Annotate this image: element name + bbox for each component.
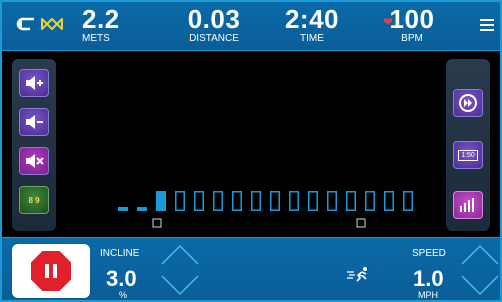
speed-label: SPEED	[412, 248, 446, 259]
bar-graph-icon	[460, 198, 474, 212]
speed-value: 1.0	[413, 266, 444, 291]
speed-unit: MPH	[418, 290, 438, 300]
time-label: TIME	[300, 33, 324, 44]
incline-label: INCLINE	[100, 248, 140, 259]
volume-down-button[interactable]	[19, 108, 49, 136]
segment-bar	[346, 191, 356, 211]
workout-profile-chart	[118, 191, 413, 228]
segment-bar	[156, 191, 166, 211]
workout-display: 8 9 1:50	[2, 51, 500, 237]
distance-value: 0.03	[187, 4, 241, 34]
menu-icon[interactable]	[480, 19, 494, 34]
stats-bar: 2.2 METS 0.03 DISTANCE 2:40 TIME ❤ 100 B…	[2, 2, 500, 50]
fast-forward-button[interactable]	[453, 89, 483, 117]
equalizer-icon: 8 9	[28, 195, 40, 205]
mets-label: METS	[82, 33, 110, 44]
incline-up-icon[interactable]	[161, 244, 199, 265]
speed-stepper	[461, 244, 499, 296]
volume-down-icon	[26, 115, 43, 129]
distance-label: DISTANCE	[189, 33, 239, 44]
equalizer-button[interactable]: 8 9	[19, 186, 49, 214]
segment-bar	[194, 191, 204, 211]
incline-down-icon[interactable]	[161, 275, 199, 296]
time-stat: 2:40 TIME	[280, 6, 344, 44]
pause-button[interactable]	[12, 244, 90, 298]
incline-unit: %	[119, 290, 128, 300]
runner-icon	[347, 267, 367, 282]
back-icon[interactable]	[16, 16, 38, 37]
segment-bar	[232, 191, 242, 211]
segment-bar	[384, 191, 394, 211]
mute-icon	[26, 154, 44, 168]
fast-forward-icon	[459, 94, 477, 112]
segment-bar	[118, 207, 128, 211]
mets-stat: 2.2 METS	[82, 6, 120, 44]
segment-bar	[175, 191, 185, 211]
position-marker	[356, 218, 366, 228]
segment-bar	[308, 191, 318, 211]
segment-bar	[251, 191, 261, 211]
workout-panel: 1:50	[446, 59, 490, 231]
time-value: 2:40	[284, 4, 340, 34]
position-marker	[152, 218, 162, 228]
audio-panel: 8 9	[12, 59, 56, 231]
segment-bar	[213, 191, 223, 211]
pause-icon	[29, 249, 73, 293]
speed-down-icon[interactable]	[461, 275, 499, 296]
segment-bar	[327, 191, 337, 211]
control-bar: INCLINE 3.0 % SPEED 1.0 MPH	[2, 238, 500, 300]
timer-icon: 1:50	[458, 149, 478, 161]
incline-value: 3.0	[106, 266, 137, 291]
speed-up-icon[interactable]	[461, 244, 499, 265]
mute-button[interactable]	[19, 147, 49, 175]
segment-bar	[403, 191, 413, 211]
bpm-value: 100	[389, 4, 435, 34]
segment-bar	[137, 207, 147, 211]
bpm-stat: 100 BPM	[372, 6, 452, 44]
bpm-label: BPM	[401, 33, 423, 44]
timer-button[interactable]: 1:50	[453, 141, 483, 169]
distance-stat: 0.03 DISTANCE	[174, 6, 254, 44]
bar-graph-button[interactable]	[453, 191, 483, 219]
infinity-icon[interactable]	[40, 17, 64, 36]
volume-up-icon	[26, 76, 43, 90]
segment-bar	[289, 191, 299, 211]
mets-value: 2.2	[82, 4, 120, 34]
segment-bar	[270, 191, 280, 211]
incline-stepper	[161, 244, 199, 296]
volume-up-button[interactable]	[19, 69, 49, 97]
segment-bar	[365, 191, 375, 211]
